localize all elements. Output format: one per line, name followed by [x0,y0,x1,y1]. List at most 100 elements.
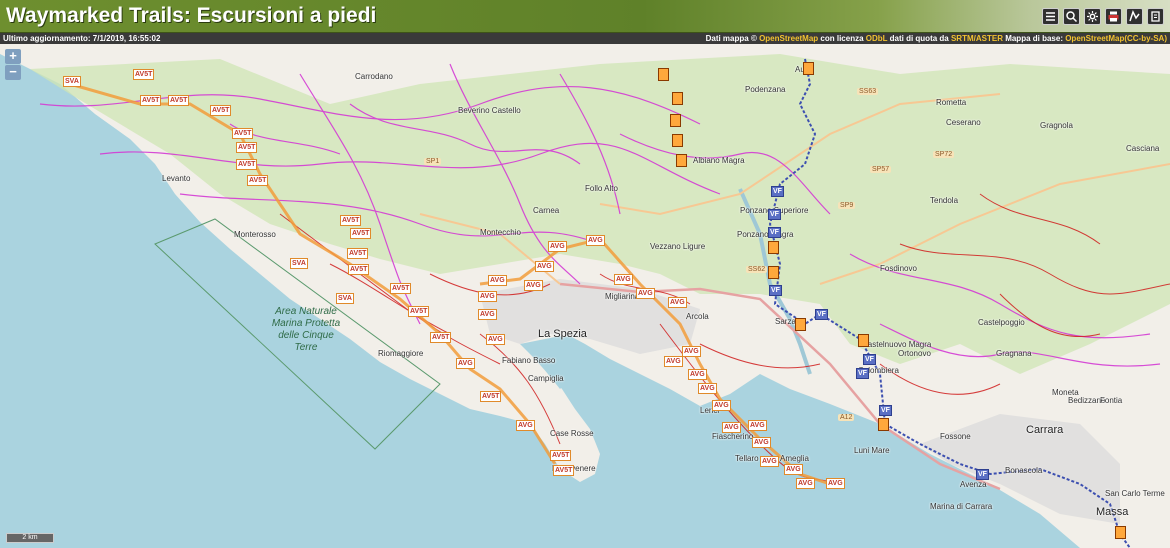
route-shield-avg[interactable]: AVG [636,288,655,299]
search-button[interactable] [1063,8,1080,25]
route-shield-avg[interactable]: AVG [752,437,771,448]
map-label: Tendola [930,196,959,205]
info-bar: Ultimo aggiornamento: 7/1/2019, 16:55:02… [0,33,1170,44]
map-label: Gragnana [996,349,1032,358]
route-shield-avg[interactable]: AVG [722,422,741,433]
settings-button[interactable] [1084,8,1101,25]
route-shield-av5t[interactable]: AV5T [210,105,232,116]
map-label: La Spezia [538,328,587,340]
route-shield-av5t[interactable]: AV5T [550,450,572,461]
route-shield-av5t[interactable]: AV5T [480,391,502,402]
via-francigena-marker[interactable] [803,62,814,75]
route-shield-av5t[interactable]: AV5T [247,175,269,186]
route-shield-avg[interactable]: AVG [664,356,683,367]
help-button[interactable] [1147,8,1164,25]
route-shield-avg[interactable]: AVG [826,478,845,489]
osm-link[interactable]: OpenStreetMap [759,34,818,43]
zoom-out-button[interactable]: − [5,65,21,80]
route-shield-av5t[interactable]: AV5T [232,128,254,139]
route-shield-av5t[interactable]: AV5T [350,228,372,239]
route-shield-av5t[interactable]: AV5T [408,306,430,317]
route-shield-vf[interactable]: VF [815,309,828,320]
route-shield-vf[interactable]: VF [879,405,892,416]
route-shield-avg[interactable]: AVG [586,235,605,246]
zoom-in-button[interactable]: + [5,49,21,64]
route-shield-sva[interactable]: SVA [63,76,81,87]
map-key-icon [1129,10,1140,22]
route-shield-av5t[interactable]: AV5T [340,215,362,226]
route-shield-sva[interactable]: SVA [290,258,308,269]
route-shield-av5t[interactable]: AV5T [347,248,369,259]
hiker-route-marker[interactable] [670,114,681,127]
via-francigena-marker[interactable] [768,241,779,254]
map-label: Beverino Castello [458,106,521,115]
via-francigena-marker[interactable] [795,318,806,331]
route-shield-vf[interactable]: VF [863,354,876,365]
via-francigena-marker[interactable] [858,334,869,347]
map-label: Moneta [1052,388,1079,397]
route-shield-sva[interactable]: SVA [336,293,354,304]
hiker-route-marker[interactable] [672,92,683,105]
map-key-button[interactable] [1126,8,1143,25]
route-shield-av5t[interactable]: AV5T [236,142,258,153]
print-button[interactable] [1105,8,1122,25]
route-shield-av5t[interactable]: AV5T [168,95,190,106]
cc-by-sa-link[interactable]: (CC-by-SA) [1124,34,1167,43]
osm-base-link[interactable]: OpenStreetMap [1065,34,1124,43]
page-title: Waymarked Trails: Escursioni a piedi [6,4,377,27]
route-shield-avg[interactable]: AVG [486,334,505,345]
route-shield-avg[interactable]: AVG [784,464,803,475]
route-shield-vf[interactable]: VF [856,368,869,379]
route-shield-avg[interactable]: AVG [524,280,543,291]
map-label: Carrara [1026,424,1064,436]
route-shield-avg[interactable]: AVG [516,420,535,431]
srtm-link[interactable]: SRTM/ASTER [951,34,1003,43]
route-shield-avg[interactable]: AVG [478,309,497,320]
route-shield-avg[interactable]: AVG [456,358,475,369]
via-francigena-marker[interactable] [768,266,779,279]
hiker-route-marker[interactable] [658,68,669,81]
route-shield-vf[interactable]: VF [771,186,784,197]
hiker-route-marker[interactable] [672,134,683,147]
route-shield-av5t[interactable]: AV5T [133,69,155,80]
route-shield-av5t[interactable]: AV5T [348,264,370,275]
route-shield-av5t[interactable]: AV5T [430,332,452,343]
route-shield-av5t[interactable]: AV5T [236,159,258,170]
route-shield-avg[interactable]: AVG [535,261,554,272]
route-shield-avg[interactable]: AVG [682,346,701,357]
route-shield-vf[interactable]: VF [768,209,781,220]
map-label: Levanto [162,174,191,183]
via-francigena-marker[interactable] [1115,526,1126,539]
via-francigena-marker[interactable] [878,418,889,431]
route-shield-vf[interactable]: VF [768,227,781,238]
route-shield-avg[interactable]: AVG [796,478,815,489]
route-shield-vf[interactable]: VF [769,285,782,296]
route-shield-av5t[interactable]: AV5T [553,465,575,476]
route-shield-avg[interactable]: AVG [614,274,633,285]
routes-list-button[interactable] [1042,8,1059,25]
map-label: Avenza [960,480,987,489]
route-shield-avg[interactable]: AVG [478,291,497,302]
map-canvas[interactable]: La Spezia Carrara Massa Sarzana Aulla Po… [0,44,1170,548]
route-shield-avg[interactable]: AVG [712,400,731,411]
attribution-text: con licenza [818,34,866,43]
route-shield-av5t[interactable]: AV5T [140,95,162,106]
app-header: Waymarked Trails: Escursioni a piedi [0,0,1170,33]
route-shield-avg[interactable]: AVG [668,297,687,308]
odbl-link[interactable]: ODbL [866,34,888,43]
map-label: Marina di Carrara [930,502,993,511]
route-shield-avg[interactable]: AVG [488,275,507,286]
settings-icon [1087,11,1098,22]
road-label: SS63 [857,88,879,95]
map-label: Montecchio [480,228,521,237]
route-shield-avg[interactable]: AVG [760,456,779,467]
zoom-control: + − [5,49,21,80]
map-label: Rometta [936,98,967,107]
route-shield-vf[interactable]: VF [976,469,989,480]
route-shield-avg[interactable]: AVG [698,383,717,394]
route-shield-avg[interactable]: AVG [688,369,707,380]
route-shield-avg[interactable]: AVG [548,241,567,252]
route-shield-av5t[interactable]: AV5T [390,283,412,294]
route-shield-avg[interactable]: AVG [748,420,767,431]
hiker-route-marker[interactable] [676,154,687,167]
